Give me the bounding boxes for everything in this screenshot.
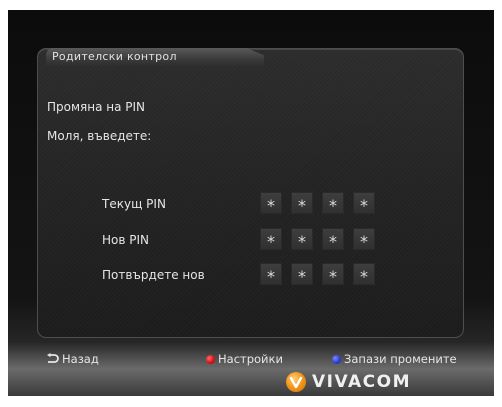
save-changes-button[interactable]: Запази промените xyxy=(332,352,457,366)
pin-digit[interactable]: * xyxy=(260,228,282,251)
confirm-pin-input[interactable]: * * * * xyxy=(260,263,375,286)
current-pin-input[interactable]: * * * * xyxy=(260,192,375,215)
pin-digit[interactable]: * xyxy=(291,192,313,215)
blue-button-icon xyxy=(332,354,341,364)
back-button[interactable]: Назад xyxy=(46,352,99,366)
back-arrow-icon xyxy=(47,353,59,363)
vivacom-logo-mark xyxy=(286,372,306,392)
new-pin-input[interactable]: * * * * xyxy=(260,228,375,251)
pin-digit[interactable]: * xyxy=(353,228,375,251)
parental-control-dialog xyxy=(37,48,464,338)
pin-digit[interactable]: * xyxy=(322,192,344,215)
pin-digit[interactable]: * xyxy=(260,263,282,286)
settings-label: Настройки xyxy=(218,352,283,366)
dialog-subtitle: Промяна на PIN xyxy=(47,100,146,114)
current-pin-label: Текущ PIN xyxy=(102,197,166,211)
confirm-pin-label: Потвърдете нов xyxy=(102,268,205,282)
dialog-title: Родителски контрол xyxy=(52,50,177,63)
red-button-icon xyxy=(206,354,215,364)
pin-digit[interactable]: * xyxy=(322,228,344,251)
new-pin-label: Нов PIN xyxy=(102,233,150,247)
save-changes-label: Запази промените xyxy=(344,352,457,366)
pin-digit[interactable]: * xyxy=(291,263,313,286)
pin-digit[interactable]: * xyxy=(353,192,375,215)
settings-button[interactable]: Настройки xyxy=(206,352,283,366)
vivacom-logo: VIVACOM xyxy=(286,371,411,393)
pin-digit[interactable]: * xyxy=(260,192,282,215)
pin-digit[interactable]: * xyxy=(291,228,313,251)
pin-digit[interactable]: * xyxy=(322,263,344,286)
pin-digit[interactable]: * xyxy=(353,263,375,286)
back-label: Назад xyxy=(62,352,99,366)
vivacom-wordmark: VIVACOM xyxy=(312,372,411,392)
dialog-prompt: Моля, въведете: xyxy=(47,129,152,143)
